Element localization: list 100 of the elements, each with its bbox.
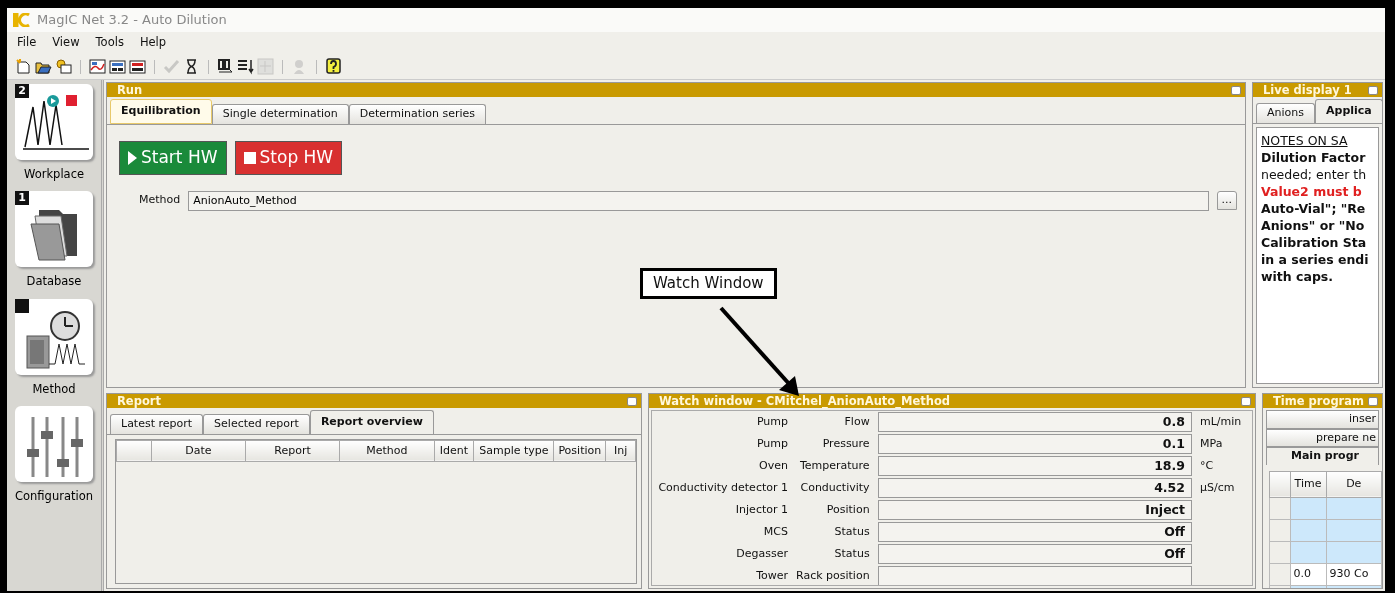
unit-label: mL/min (1200, 414, 1242, 428)
parameter-label: Flow (843, 413, 871, 430)
tab[interactable]: Report overview (309, 410, 434, 434)
column-header[interactable]: Report (245, 440, 340, 462)
unit-label: µS/cm (1200, 480, 1235, 494)
device-label: Tower (755, 567, 789, 584)
menu-item[interactable]: View (46, 34, 86, 52)
notes-line: needed; enter th (1261, 165, 1368, 183)
number-badge: 2 (15, 84, 29, 98)
method-field[interactable]: AnionAuto_Method (188, 190, 1209, 211)
sidebar-label[interactable]: Configuration (15, 487, 93, 505)
tab[interactable]: inser (1266, 410, 1379, 429)
sidebar-label[interactable]: Workplace (23, 166, 85, 184)
device-label: Conductivity detector 1 (657, 479, 789, 496)
device-label: Injector 1 (734, 501, 789, 518)
row-header (1269, 497, 1291, 519)
sidebar-label[interactable]: Database (26, 273, 82, 291)
panel-title: Run (117, 83, 143, 97)
tab[interactable]: Determination series (348, 104, 486, 124)
column-header[interactable]: Date (151, 440, 246, 462)
device-label: Degasser (735, 545, 789, 562)
help-icon[interactable] (325, 58, 342, 75)
row-header (1269, 519, 1291, 541)
column-header[interactable]: Position (553, 440, 606, 462)
tab[interactable]: Anions (1256, 103, 1315, 123)
column-header (116, 440, 152, 462)
tab[interactable]: Single determination (211, 104, 349, 124)
stop-icon (243, 151, 256, 164)
sidebar-label[interactable]: Method (32, 380, 76, 398)
column-header[interactable]: Sample type (473, 440, 554, 462)
field-label: Method (139, 192, 181, 209)
parameter-label: Position (825, 501, 871, 518)
configuration-button[interactable] (15, 405, 93, 482)
play-icon (128, 150, 137, 165)
column-header[interactable]: Time (1290, 471, 1326, 497)
column-header (1269, 471, 1291, 497)
window-title: MagIC Net 3.2 - Auto Dilution (37, 11, 227, 30)
sort-icon[interactable] (237, 58, 254, 75)
notes-line: NOTES ON SA (1261, 131, 1349, 149)
parameter-label: Conductivity (799, 479, 871, 496)
value-field: Inject (877, 500, 1192, 520)
workplace-button[interactable]: 2 (15, 84, 93, 160)
notes-line: Anions" or "No (1261, 216, 1366, 234)
stop-button[interactable]: Stop HW (234, 140, 343, 175)
value-field: 0.8 (877, 412, 1192, 432)
value-field: 0.1 (877, 434, 1192, 454)
device-label: Pump (755, 413, 789, 430)
chart-window-icon[interactable] (89, 58, 106, 75)
panel-title: Time program (1273, 394, 1365, 408)
notes-line: Value2 must b (1261, 182, 1363, 200)
parameter-label: Status (833, 523, 871, 540)
callout-label: Watch Window (640, 268, 777, 299)
form-window-icon[interactable] (109, 58, 126, 75)
logo-icon (13, 13, 31, 27)
panel-title: Watch window - CMitchel_AnionAuto_Method (659, 394, 951, 408)
notes-line: Calibration Sta (1261, 233, 1368, 251)
columns-icon[interactable] (217, 58, 234, 75)
menu-item[interactable]: Tools (89, 34, 130, 52)
notes-line: with caps. (1261, 267, 1335, 285)
value-field: Off (877, 544, 1192, 564)
database-button[interactable]: 1 (15, 191, 93, 268)
unit-label: MPa (1200, 436, 1223, 450)
notes-line: in a series endi (1261, 250, 1370, 268)
parameter-label: Temperature (798, 457, 871, 474)
maximize-icon[interactable] (1368, 85, 1378, 95)
column-header[interactable]: Method (339, 440, 435, 462)
column-header[interactable]: Inj (605, 440, 636, 462)
maximize-icon[interactable] (1231, 85, 1241, 95)
row-header (1269, 563, 1291, 585)
maximize-icon[interactable] (1368, 396, 1378, 406)
tab[interactable]: Selected report (203, 414, 310, 434)
form-window-icon[interactable] (129, 58, 146, 75)
device-label: Oven (758, 457, 789, 474)
number-badge: 1 (15, 191, 29, 206)
menu-item[interactable]: File (11, 34, 43, 52)
parameter-label: Status (833, 545, 871, 562)
unit-label: °C (1200, 458, 1214, 472)
method-button[interactable] (15, 298, 93, 375)
device-label: MCS (762, 523, 789, 540)
browse-button[interactable]: ... (1216, 191, 1237, 210)
parameter-label: Rack position (795, 567, 871, 584)
start-button[interactable]: Start HW (119, 140, 227, 175)
notes-line: Auto-Vial"; "Re (1261, 199, 1367, 217)
column-header[interactable]: Ident (434, 440, 474, 462)
notes-line: Dilution Factor (1261, 148, 1367, 166)
tab[interactable]: Main progr (1266, 447, 1379, 465)
panel-title: Live display 1 (1263, 83, 1352, 97)
value-field: Off (877, 522, 1192, 542)
maximize-icon[interactable] (627, 396, 637, 406)
value-field: 4.52 (877, 478, 1192, 498)
parameter-label: Pressure (821, 435, 871, 452)
tab[interactable]: Latest report (110, 414, 204, 434)
column-header[interactable]: De (1326, 471, 1382, 497)
tab[interactable]: Equilibration (110, 99, 212, 124)
row-header (1269, 541, 1291, 563)
tab[interactable]: Applica (1315, 99, 1382, 123)
maximize-icon[interactable] (1241, 396, 1251, 406)
panel-title: Report (117, 394, 161, 408)
menu-item[interactable]: Help (133, 34, 173, 52)
value-field: 18.9 (877, 456, 1192, 476)
